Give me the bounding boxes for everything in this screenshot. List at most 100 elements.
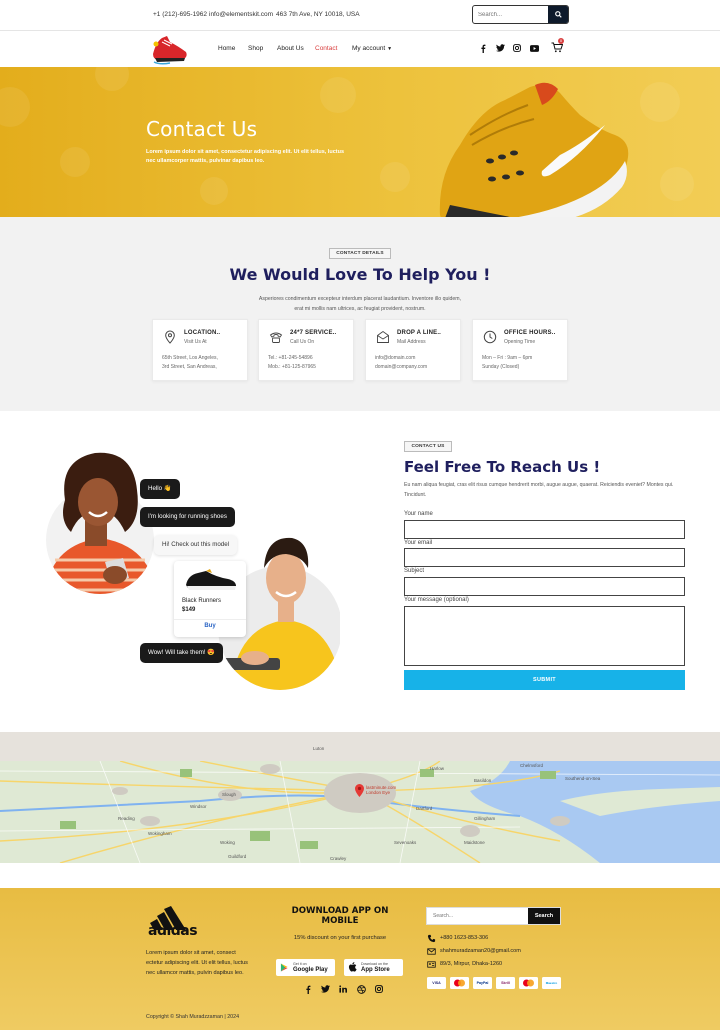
card-subtitle: Opening Time bbox=[504, 339, 536, 345]
form-description: Eu nam aliqua feugiat, cras elit risus c… bbox=[404, 482, 674, 498]
map-top-band bbox=[0, 732, 720, 761]
footer-logo[interactable]: adidas bbox=[148, 906, 200, 940]
shoe-logo-icon bbox=[153, 36, 187, 65]
card-line: Mob.: +81-125-87965 bbox=[268, 364, 316, 370]
footer-linkedin-icon[interactable] bbox=[338, 984, 348, 994]
mastercard-icon bbox=[523, 979, 534, 987]
product-price: $149 bbox=[182, 607, 196, 613]
facebook-icon[interactable] bbox=[478, 43, 488, 53]
card-title: LOCATION.. bbox=[184, 330, 221, 336]
form-heading: Feel Free To Reach Us ! bbox=[404, 458, 601, 476]
email-field[interactable] bbox=[404, 548, 685, 567]
name-label: Your name bbox=[404, 511, 433, 517]
chat-bubble: I'm looking for running shoes bbox=[140, 507, 235, 527]
app-store-button[interactable]: Download on the App Store bbox=[344, 959, 403, 976]
footer-email[interactable]: shahmuradzaman20@gmail.com bbox=[440, 948, 521, 954]
buy-button[interactable]: Buy bbox=[174, 623, 246, 629]
footer-search-input[interactable] bbox=[427, 908, 530, 924]
card-line: Tel.: +81-245-54896 bbox=[268, 355, 313, 361]
hero-bg-dot bbox=[380, 162, 410, 192]
top-search-button[interactable] bbox=[548, 6, 568, 23]
topbar-address: 463 7th Ave, NY 10018, USA bbox=[276, 11, 360, 18]
product-card: Black Runners $149 Buy bbox=[174, 561, 246, 637]
discount-text: 15% discount on your first purchase bbox=[293, 935, 387, 941]
footer-address: 89/3, Mirpur, Dhaka-1260 bbox=[440, 961, 503, 967]
map-place: Southend-on-Sea bbox=[565, 776, 601, 781]
search-icon bbox=[554, 11, 562, 18]
maestro-badge: Maestro bbox=[542, 977, 561, 989]
nav-my-account-label: My account bbox=[352, 45, 386, 52]
cart-icon[interactable]: 0 bbox=[550, 38, 564, 54]
mastercard-badge bbox=[519, 977, 538, 989]
top-search-box bbox=[472, 5, 569, 24]
visa-badge: VISA bbox=[427, 977, 446, 989]
chat-illustration: Hello 👋 I'm looking for running shoes Hi… bbox=[40, 440, 360, 710]
subject-field[interactable] bbox=[404, 577, 685, 596]
hero-bg-dot bbox=[0, 87, 30, 127]
map-pin-icon bbox=[355, 784, 364, 797]
map-place: Crawley bbox=[330, 856, 347, 861]
location-pin-icon bbox=[165, 330, 175, 344]
hero-bg-dot bbox=[640, 82, 680, 122]
map-place: Chelmsford bbox=[520, 763, 544, 768]
footer: adidas Lorem ipsum dolor sit amet, conse… bbox=[0, 888, 720, 1030]
phone-icon bbox=[427, 934, 436, 943]
instagram-icon[interactable] bbox=[512, 43, 522, 53]
mastercard-badge bbox=[450, 977, 469, 989]
map-place: Wokingham bbox=[148, 831, 172, 836]
address-card-icon bbox=[427, 961, 436, 968]
map-place: Maidstone bbox=[464, 840, 485, 845]
mail-card: DROP A LINE.. Mail Address info@domain.c… bbox=[365, 319, 461, 381]
card-line: 65th Street, Los Angeles, bbox=[162, 355, 218, 361]
skrill-badge: Skrill bbox=[496, 977, 515, 989]
footer-instagram-icon[interactable] bbox=[374, 984, 384, 994]
submit-button[interactable]: SUBMIT bbox=[404, 670, 685, 690]
youtube-icon[interactable] bbox=[529, 43, 539, 53]
details-subtext: Asperiores condimentum excepteur interdu… bbox=[258, 296, 462, 312]
contact-details-section: CONTACT DETAILS We Would Love To Help Yo… bbox=[0, 217, 720, 411]
message-textarea[interactable] bbox=[404, 606, 685, 666]
footer-facebook-icon[interactable] bbox=[303, 984, 313, 994]
nav-shop[interactable]: Shop bbox=[248, 45, 263, 52]
top-search-input[interactable] bbox=[473, 6, 550, 23]
google-play-button[interactable]: Get it on Google Play bbox=[276, 959, 335, 976]
site-logo[interactable] bbox=[150, 32, 190, 66]
message-label: Your message (optional) bbox=[404, 597, 469, 603]
service-card: 24*7 SERVICE.. Call Us On Tel.: +81-245-… bbox=[258, 319, 354, 381]
page-title: Contact Us bbox=[146, 117, 258, 141]
footer-dribbble-icon[interactable] bbox=[356, 984, 366, 994]
map-place: Harlow bbox=[430, 766, 445, 771]
map-place: Woking bbox=[220, 840, 235, 845]
chat-bubble: Hello 👋 bbox=[140, 479, 180, 499]
footer-twitter-icon[interactable] bbox=[320, 984, 330, 994]
mastercard-icon bbox=[454, 979, 465, 987]
map-place: Gillingham bbox=[474, 816, 496, 821]
map-pin-label: lastminute.com London Eye bbox=[366, 785, 397, 795]
card-title: DROP A LINE.. bbox=[397, 330, 442, 336]
nav-my-account[interactable]: My account ▼ bbox=[352, 45, 392, 52]
topbar-email[interactable]: info@elementskit.com bbox=[209, 11, 273, 18]
nav-contact[interactable]: Contact bbox=[315, 45, 337, 52]
footer-text: Lorem ipsum dolor sit amet, consect ecte… bbox=[146, 950, 248, 977]
map-place: Sevenoaks bbox=[394, 840, 417, 845]
hero-bg-dot bbox=[95, 67, 129, 91]
map-place: Reading bbox=[118, 816, 135, 821]
store-small-label: Get it on bbox=[293, 962, 307, 966]
map-embed[interactable]: lastminute.com London Eye Luton Harlow C… bbox=[0, 732, 720, 863]
twitter-icon[interactable] bbox=[495, 43, 505, 53]
envelope-icon bbox=[377, 330, 389, 343]
cart-count-badge: 0 bbox=[558, 38, 564, 44]
footer-search-button[interactable]: Search bbox=[528, 908, 560, 924]
hero-bg-dot bbox=[660, 167, 694, 201]
nav-about-us[interactable]: About Us bbox=[277, 45, 304, 52]
card-title: 24*7 SERVICE.. bbox=[290, 330, 337, 336]
main-nav: Home Shop About Us Contact My account ▼ … bbox=[0, 31, 720, 67]
location-card: LOCATION.. Visit Us At 65th Street, Los … bbox=[152, 319, 248, 381]
details-heading: We Would Love To Help You ! bbox=[229, 265, 491, 284]
name-field[interactable] bbox=[404, 520, 685, 539]
subject-label: Subject bbox=[404, 568, 425, 574]
phone-icon bbox=[269, 332, 283, 343]
map-place: Slough bbox=[222, 792, 237, 797]
nav-home[interactable]: Home bbox=[218, 45, 235, 52]
map-place: Basildon bbox=[474, 778, 492, 783]
